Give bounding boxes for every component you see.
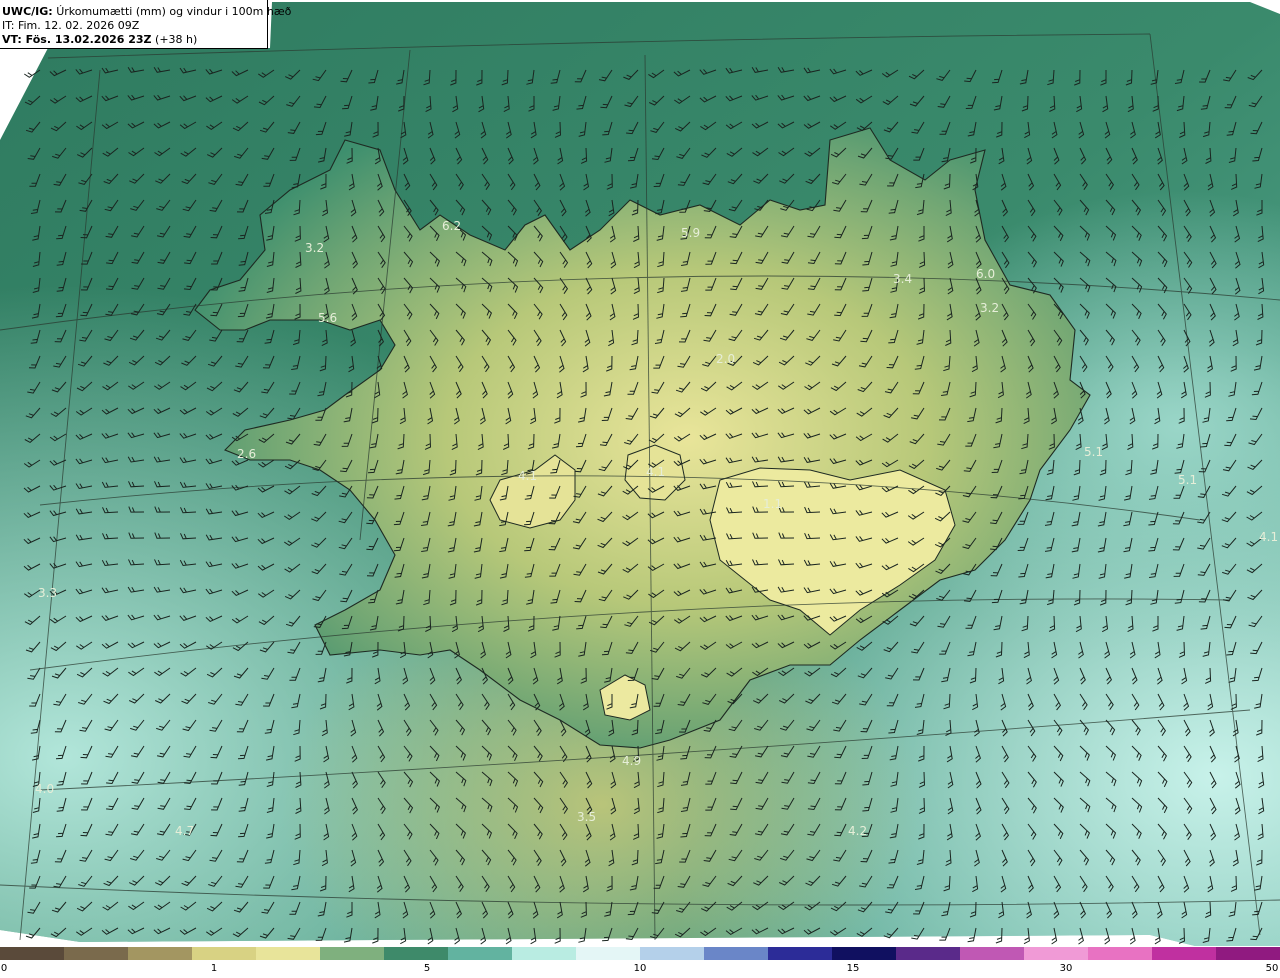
point-value: 2.6 [237, 447, 256, 461]
colorbar-segment [128, 947, 192, 960]
colorbar-segment [0, 947, 64, 960]
colorbar-segment [640, 947, 704, 960]
map-title: Úrkomumætti (mm) og vindur i 100m hæð [56, 5, 292, 18]
point-value: 3.3 [38, 586, 57, 600]
colorbar-segment [320, 947, 384, 960]
colorbar-segment [576, 947, 640, 960]
point-value: 4.1 [1259, 530, 1278, 544]
map-info-box: UWC/IG: Úrkomumætti (mm) og vindur i 100… [0, 0, 291, 49]
colorbar-tick: 0 [0, 963, 8, 974]
colorbar-tick: 50 [1265, 963, 1279, 974]
point-value: 3.5 [577, 810, 596, 824]
map-area[interactable]: 6.2 5.9 3.2 5.6 3.4 6.0 3.2 2.0 2.6 5.1 … [0, 0, 1280, 946]
colorbar-segment [448, 947, 512, 960]
point-value: 4.1 [518, 469, 537, 483]
point-value: 4.7 [175, 824, 194, 838]
point-value: 4.0 [35, 782, 54, 796]
colorbar-segment [704, 947, 768, 960]
point-value: 3.2 [305, 241, 324, 255]
colorbar-segment [896, 947, 960, 960]
colorbar-segment [1152, 947, 1216, 960]
colorbar-segment [256, 947, 320, 960]
point-value: 6.0 [976, 267, 995, 281]
colorbar-segment [768, 947, 832, 960]
title-line: UWC/IG: Úrkomumætti (mm) og vindur i 100… [2, 5, 291, 19]
valid-time: VT: Fös. 13.02.2026 23Z [2, 33, 152, 46]
point-value: 4.9 [622, 754, 641, 768]
colorbar-segment [1216, 947, 1280, 960]
colorbar-segment [384, 947, 448, 960]
point-value: 5.6 [318, 311, 337, 325]
colorbar-segment [192, 947, 256, 960]
colorbar-tick: 30 [1059, 963, 1073, 974]
colorbar-segment [832, 947, 896, 960]
point-value: 4.1 [646, 465, 665, 479]
precipitation-map[interactable]: 6.2 5.9 3.2 5.6 3.4 6.0 3.2 2.0 2.6 5.1 … [0, 0, 1280, 946]
point-value: 3.2 [980, 301, 999, 315]
valid-time-line: VT: Fös. 13.02.2026 23Z (+38 h) [2, 33, 267, 47]
point-value: 5.1 [1084, 445, 1103, 459]
point-value: 6.2 [442, 219, 461, 233]
point-value: 3.4 [893, 272, 912, 286]
point-value: 1.1 [763, 497, 782, 511]
point-value: 2.0 [716, 352, 735, 366]
init-time: IT: Fim. 12. 02. 2026 09Z [2, 19, 140, 32]
point-value: 4.2 [848, 824, 867, 838]
colorbar-segment [1088, 947, 1152, 960]
colorbar-tick: 5 [423, 963, 431, 974]
colorbar-segment [512, 947, 576, 960]
colorbar-segment [64, 947, 128, 960]
point-value: 5.1 [1178, 473, 1197, 487]
colorbar-tick: 15 [846, 963, 860, 974]
colorbar: 0 1 5 10 15 30 50 [0, 946, 1280, 978]
colorbar-ticks: 0 1 5 10 15 30 50 [0, 963, 1280, 977]
point-value: 5.9 [681, 226, 700, 240]
colorbar-tick: 10 [633, 963, 647, 974]
colorbar-tick: 1 [210, 963, 218, 974]
lead-time: (+38 h) [155, 33, 198, 46]
colorbar-segment [1024, 947, 1088, 960]
colorbar-segment [960, 947, 1024, 960]
colorbar-strip [0, 947, 1280, 960]
model-name: UWC/IG: [2, 5, 53, 18]
